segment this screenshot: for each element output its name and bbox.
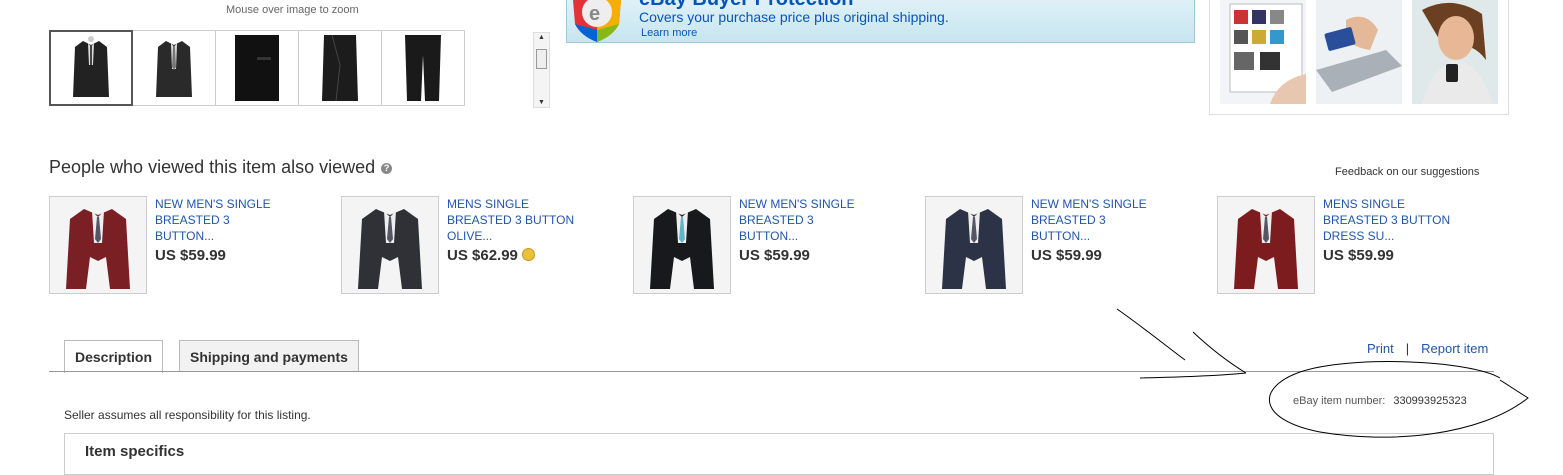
suit-drawing: [926, 197, 1022, 293]
item-number-label: eBay item number:: [1293, 395, 1386, 407]
thumbnail-strip: [49, 30, 465, 106]
also-viewed-item[interactable]: NEW MEN'S SINGLE BREASTED 3 BUTTON... US $…: [49, 196, 339, 296]
promo-panel: [1209, 0, 1509, 115]
thumbnail-2[interactable]: [132, 30, 216, 106]
buyer-protection-banner[interactable]: e eBay Buyer Protection Covers your purc…: [566, 0, 1195, 43]
thumbnail-scrollbar[interactable]: ▲ ▼: [533, 32, 550, 108]
item-number: eBay item number: 330993925323: [1293, 395, 1467, 407]
buyer-protection-subtitle: Covers your purchase price plus original…: [639, 9, 949, 25]
item-title-link[interactable]: NEW MEN'S SINGLE BREASTED 3 BUTTON...: [1031, 196, 1161, 244]
item-title-link[interactable]: NEW MEN'S SINGLE BREASTED 3 BUTTON...: [739, 196, 869, 244]
thumbnail-4[interactable]: [298, 30, 382, 106]
listing-actions: Print | Report item: [1367, 341, 1488, 356]
suit-image[interactable]: [925, 196, 1023, 294]
also-viewed-item[interactable]: MENS SINGLE BREASTED 3 BUTTON OLIVE... US …: [341, 196, 631, 296]
ebay-shield-icon: e: [573, 0, 621, 42]
suit-drawing: [1218, 197, 1314, 293]
credit-card-laptop-image: [1316, 0, 1402, 104]
also-viewed-heading: People who viewed this item also viewed?: [49, 157, 393, 178]
tab-shipping-and-payments[interactable]: Shipping and payments: [179, 340, 359, 372]
suit-image[interactable]: [633, 196, 731, 294]
woman-phone-image: [1412, 0, 1498, 104]
suit-drawing: [342, 197, 438, 293]
learn-more-link[interactable]: Learn more: [641, 27, 697, 39]
scroll-down-icon[interactable]: ▼: [534, 99, 549, 106]
suit-drawing: [634, 197, 730, 293]
feedback-link[interactable]: Feedback on our suggestions: [1335, 166, 1479, 178]
item-price: US $59.99: [1323, 247, 1394, 264]
suit-image[interactable]: [1217, 196, 1315, 294]
suit-image[interactable]: [49, 196, 147, 294]
pants-image: [405, 35, 441, 101]
scroll-up-icon[interactable]: ▲: [534, 34, 549, 41]
item-price: US $59.99: [1031, 247, 1102, 264]
thumbnail-1[interactable]: [49, 30, 133, 106]
print-link[interactable]: Print: [1367, 341, 1394, 356]
suit-image[interactable]: [341, 196, 439, 294]
suit-drawing: [50, 197, 146, 293]
item-title-link[interactable]: NEW MEN'S SINGLE BREASTED 3 BUTTON...: [155, 196, 285, 244]
thumbnail-5[interactable]: [381, 30, 465, 106]
also-viewed-item[interactable]: MENS SINGLE BREASTED 3 BUTTON DRESS SU... …: [1217, 196, 1507, 296]
item-price: US $59.99: [155, 247, 226, 264]
also-viewed-item[interactable]: NEW MEN'S SINGLE BREASTED 3 BUTTON... US $…: [925, 196, 1215, 296]
tab-description[interactable]: Description: [64, 340, 164, 373]
zoom-hint: Mouse over image to zoom: [226, 4, 359, 16]
shopping-screen-image: [1220, 0, 1306, 104]
also-viewed-title: People who viewed this item also viewed: [49, 157, 376, 177]
item-specifics-title: Item specifics: [85, 443, 185, 460]
fabric-closeup-image: [235, 35, 279, 101]
item-specifics-panel: Item specifics: [64, 433, 1494, 475]
also-viewed-item[interactable]: NEW MEN'S SINGLE BREASTED 3 BUTTON... US $…: [633, 196, 923, 296]
report-item-link[interactable]: Report item: [1421, 341, 1488, 356]
scroll-thumb[interactable]: [536, 49, 547, 69]
svg-text:e: e: [589, 3, 600, 25]
top-rated-medal-icon: [521, 248, 535, 261]
help-icon[interactable]: ?: [381, 163, 393, 174]
jacket-side-image: [322, 35, 358, 101]
tab-divider: [49, 371, 1494, 372]
item-price: US $62.99: [447, 247, 535, 264]
item-number-value: 330993925323: [1393, 395, 1467, 407]
seller-responsibility-note: Seller assumes all responsibility for th…: [64, 408, 311, 422]
suit-front-image: [73, 36, 109, 97]
action-separator: |: [1405, 341, 1410, 356]
thumbnail-3[interactable]: [215, 30, 299, 106]
suit-tie-image: [156, 41, 192, 97]
item-title-link[interactable]: MENS SINGLE BREASTED 3 BUTTON DRESS SU...: [1323, 196, 1453, 244]
item-title-link[interactable]: MENS SINGLE BREASTED 3 BUTTON OLIVE...: [447, 196, 577, 244]
item-price: US $59.99: [739, 247, 810, 264]
